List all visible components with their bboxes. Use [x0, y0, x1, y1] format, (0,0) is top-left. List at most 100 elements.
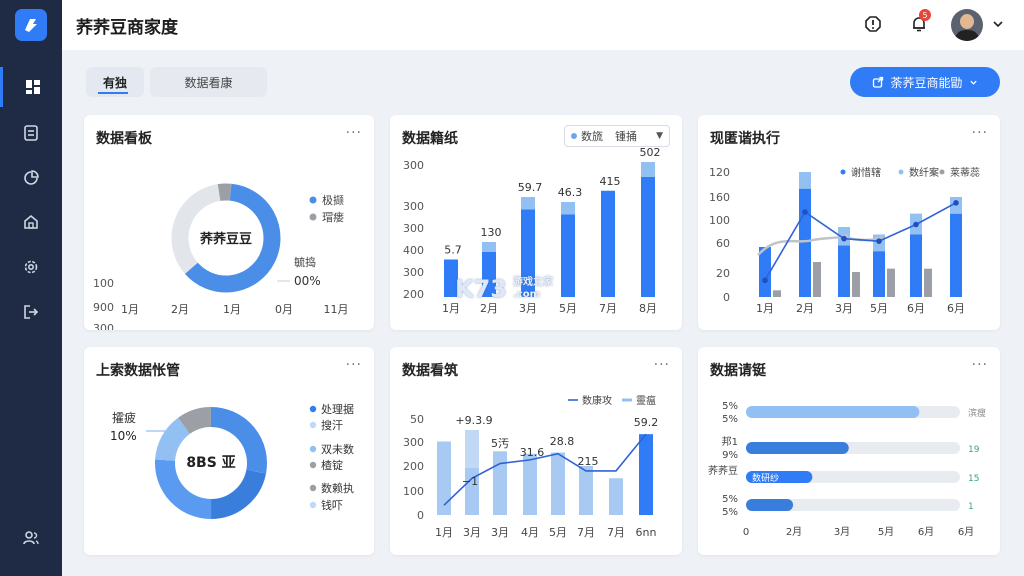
- primary-action-label: 荼荞豆商能勖: [890, 75, 963, 90]
- bar: [639, 434, 653, 515]
- legend-label: 谢惜辖: [851, 166, 881, 179]
- row-value: 15: [968, 474, 979, 484]
- share-icon: [873, 76, 884, 88]
- x-tick-label: 7月: [607, 526, 625, 539]
- bar-series-3: [887, 268, 895, 297]
- y-tick-label: 100: [93, 277, 114, 290]
- legend-label: 搜汗: [321, 418, 343, 432]
- card-data-board: 数据看板 ··· 1009003004003002001月2月1月0月11月荞荞…: [84, 115, 374, 330]
- row-label: 5%: [722, 401, 738, 412]
- x-tick-label: 2月: [171, 303, 189, 316]
- avatar[interactable]: [951, 9, 983, 41]
- bar-series-3: [852, 272, 860, 297]
- row-label: 5%: [722, 494, 738, 505]
- chevron-down-icon[interactable]: [987, 13, 1009, 35]
- row-label: 5%: [722, 414, 738, 425]
- bar: [561, 214, 575, 297]
- donut-center-label: 荞荞豆豆: [200, 231, 252, 247]
- legend-label: 莱蒂蕊: [950, 167, 980, 179]
- bar: [746, 499, 794, 511]
- y-tick-label: 300: [93, 322, 114, 330]
- x-tick-label: 6月: [947, 302, 965, 315]
- x-tick-label: 3月: [519, 302, 537, 315]
- y-tick-label: 300: [403, 266, 424, 279]
- y-tick-label: 160: [709, 191, 730, 204]
- sidebar-item-dashboard[interactable]: [0, 67, 62, 107]
- sidebar-item-document[interactable]: [0, 113, 62, 153]
- card-combo-chart: 现匿谐执行 ··· 120 160 100 60 20 0 谢惜辖 数纤案 莱蒂蕊 1月 2月 3月 5…: [698, 115, 1000, 330]
- y-tick-label: 0: [723, 291, 730, 304]
- donut-slice: [217, 183, 232, 201]
- y-tick-label: 0: [417, 509, 424, 522]
- line-point: [876, 238, 882, 244]
- x-tick-label: 0: [743, 527, 749, 538]
- donut-slice: [210, 469, 267, 519]
- x-tick-label: 1月: [756, 302, 774, 315]
- y-tick-label: 300: [403, 200, 424, 213]
- sidebar-item-settings[interactable]: [0, 247, 62, 287]
- legend-marker: [898, 169, 904, 175]
- primary-action-button[interactable]: 荼荞豆商能勖: [850, 67, 1000, 97]
- tab-2[interactable]: 数据看康: [150, 67, 267, 97]
- x-tick-label: 5月: [549, 526, 567, 539]
- row-label: 邦1: [722, 435, 738, 448]
- bar: [609, 478, 623, 515]
- data-label: 415: [600, 175, 621, 188]
- x-tick-label: 1月: [435, 526, 453, 539]
- data-label: 5汚: [491, 437, 509, 450]
- row-value: 1: [968, 502, 974, 512]
- data-label: 46.3: [558, 186, 583, 199]
- y-tick-label: 400: [403, 244, 424, 257]
- sidebar-item-export[interactable]: [0, 292, 62, 332]
- legend-marker: [840, 169, 846, 175]
- row-label: 5%: [722, 507, 738, 518]
- donut-center-label: 8BS 亚: [186, 455, 235, 471]
- bar: [437, 441, 451, 515]
- bar-overlay: [465, 430, 479, 468]
- donut-slice: [155, 417, 191, 462]
- bar: [579, 466, 593, 515]
- chevron-down-icon: [969, 80, 977, 85]
- card-bar-line-chart: 数据看筑 ··· 50 300 200 100 0 数康攻 靈瘟 1月 3月 3月 4月 5月 7月 7月…: [390, 347, 682, 555]
- card-horizontal-bar-chart: 数据请铤 ··· 5% 5% 滨瘦 邦1 9% 19 荞荞豆 15 数研纱 5% 5% 1 0 2月 3月 5…: [698, 347, 1000, 555]
- line-point: [762, 277, 768, 284]
- legend-label: 钱吓: [321, 498, 343, 512]
- bar-series-1: [873, 251, 885, 297]
- side-label: 攉疲: [112, 410, 136, 425]
- home-icon: [24, 214, 38, 229]
- side-value: 00%: [294, 274, 321, 288]
- data-label: 28.8: [550, 435, 575, 448]
- data-label: +9.3.9: [455, 414, 492, 427]
- bar-series-1: [950, 213, 962, 297]
- watermark: K73 游戏之家 .com: [455, 275, 553, 303]
- tab-1[interactable]: 有独: [86, 67, 144, 97]
- sidebar-item-users[interactable]: [0, 518, 62, 558]
- x-tick-label: 1月: [121, 303, 139, 316]
- x-tick-label: 6月: [958, 526, 974, 538]
- line-point: [841, 235, 847, 242]
- alert-icon[interactable]: [862, 13, 884, 35]
- legend-marker: [309, 445, 317, 453]
- y-tick-label: 120: [709, 166, 730, 179]
- data-label: −1: [462, 475, 478, 488]
- bar-series-3: [773, 290, 781, 297]
- chart-hbar-1: 5% 5% 滨瘦邦1 9% 19 荞荞豆 15 数研纱 5% 5% 1 0 2月 3月 5月 6月 6月: [708, 401, 986, 538]
- notification-button[interactable]: 5: [908, 9, 931, 35]
- x-tick-label: 7月: [599, 302, 617, 315]
- sidebar-item-analytics[interactable]: [0, 158, 62, 198]
- watermark-sub-2: .com: [513, 289, 541, 300]
- bar-series-1: [910, 234, 922, 297]
- line-point: [913, 221, 919, 228]
- bar-inline-label: 数研纱: [752, 472, 779, 484]
- row-value: 19: [968, 445, 980, 455]
- sidebar-item-home[interactable]: [0, 202, 62, 242]
- side-value: 10%: [110, 429, 137, 443]
- x-tick-label: 3月: [834, 526, 850, 538]
- y-tick-label: 200: [403, 460, 424, 473]
- x-tick-label: 7月: [577, 526, 595, 539]
- app-logo-icon[interactable]: [15, 9, 47, 41]
- x-tick-label: 11月: [324, 303, 349, 316]
- data-label: 59.7: [518, 181, 543, 194]
- y-tick-label: 200: [403, 288, 424, 301]
- chart-bar-line-1: 50 300 200 100 0 数康攻 靈瘟 1月 3月 3月 4月 5月 7月 7月 6nn +9.3.9…: [403, 394, 658, 539]
